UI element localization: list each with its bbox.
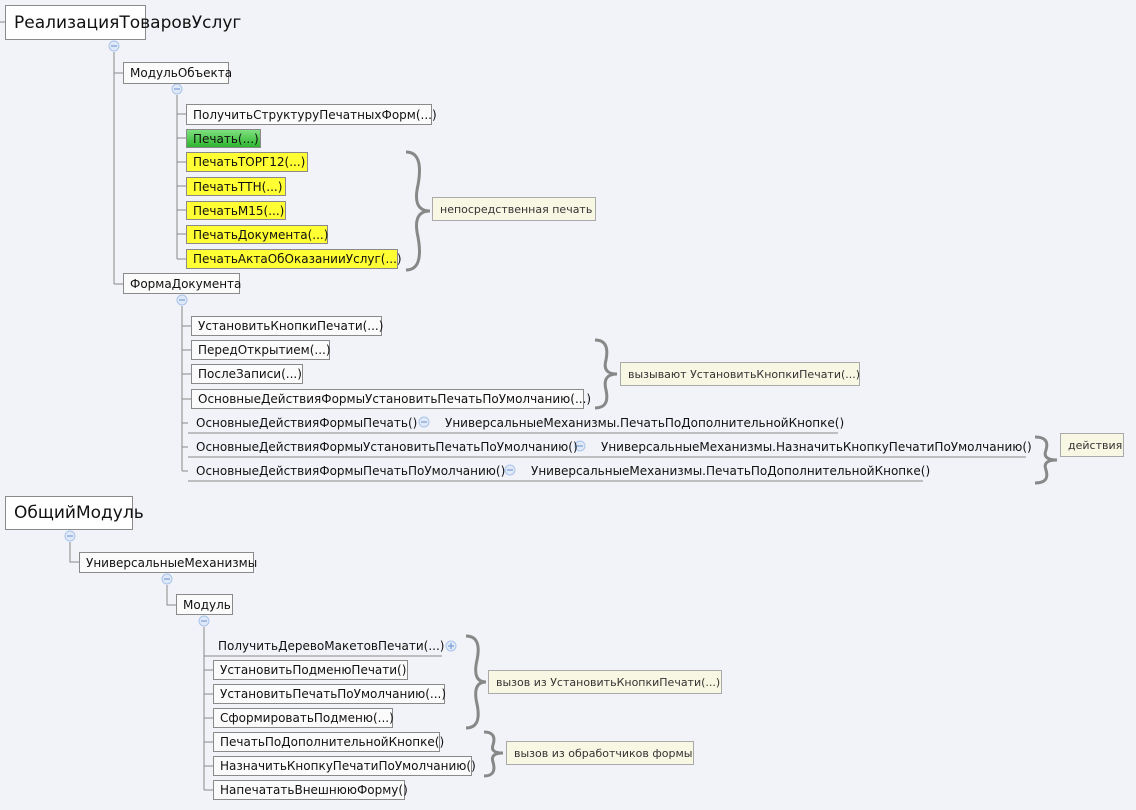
- note-calls: вызывают УстановитьКнопкиПечати(...): [620, 362, 860, 386]
- action-handler[interactable]: ОсновныеДействияФормыПечатьПоУмолчанию(): [196, 461, 505, 481]
- root-node-realization[interactable]: РеализацияТоваровУслуг: [5, 5, 241, 40]
- node-method[interactable]: ПередОткрытием(...): [191, 340, 331, 360]
- node-method[interactable]: ПечатьМ15(...): [186, 201, 286, 220]
- node-method[interactable]: ПечатьТТН(...): [186, 177, 286, 196]
- action-handler[interactable]: ОсновныеДействияФормыПечать(): [196, 413, 417, 433]
- node-method[interactable]: ПечатьПоДополнительнойКнопке(): [213, 732, 444, 752]
- note-direct-print: непосредственная печать: [432, 197, 596, 221]
- action-target[interactable]: УниверсальныеМеханизмы.ПечатьПоДополните…: [445, 413, 844, 433]
- node-method[interactable]: ПослеЗаписи(...): [191, 364, 303, 384]
- node-form[interactable]: ФормаДокумента: [123, 273, 241, 294]
- node-method[interactable]: ПолучитьДеревоМакетовПечати(...): [218, 636, 444, 656]
- node-method[interactable]: НапечататьВнешнююФорму(): [213, 780, 408, 800]
- node-method-print[interactable]: Печать(...): [186, 129, 261, 148]
- node-method[interactable]: УстановитьКнопкиПечати(...): [191, 316, 383, 336]
- node-method[interactable]: УстановитьПечатьПоУмолчанию(...): [213, 684, 446, 704]
- node-module-object[interactable]: МодульОбъекта: [123, 62, 232, 84]
- node-module[interactable]: Модуль: [176, 594, 233, 615]
- node-method[interactable]: СформироватьПодменю(...): [213, 708, 394, 728]
- action-target[interactable]: УниверсальныеМеханизмы.ПечатьПоДополните…: [531, 461, 930, 481]
- node-method[interactable]: УстановитьПодменюПечати(): [213, 660, 408, 680]
- root-node-common-module[interactable]: ОбщийМодуль: [5, 496, 144, 530]
- note-actions: действия: [1060, 433, 1124, 457]
- node-universal-mechanisms[interactable]: УниверсальныеМеханизмы: [79, 552, 257, 573]
- brace-icon: [405, 150, 431, 272]
- action-handler[interactable]: ОсновныеДействияФормыУстановитьПечатьПоУ…: [196, 437, 578, 457]
- action-target[interactable]: УниверсальныеМеханизмы.НазначитьКнопкуПе…: [601, 437, 1032, 457]
- brace-icon: [483, 730, 504, 778]
- note-from-set: вызов из УстановитьКнопкиПечати(...): [488, 670, 722, 694]
- brace-icon: [1034, 435, 1058, 485]
- node-method[interactable]: ПечатьДокумента(...): [186, 225, 328, 244]
- node-method[interactable]: ОсновныеДействияФормыУстановитьПечатьПоУ…: [191, 389, 591, 409]
- brace-icon: [594, 338, 618, 410]
- node-method[interactable]: НазначитьКнопкуПечатиПоУмолчанию(): [213, 756, 476, 776]
- node-method[interactable]: ПечатьАктаОбОказанииУслуг(...): [186, 249, 402, 269]
- brace-icon: [465, 634, 487, 730]
- node-method[interactable]: ПечатьТОРГ12(...): [186, 152, 308, 172]
- node-method[interactable]: ПолучитьСтруктуруПечатныхФорм(...): [186, 104, 437, 125]
- note-from-handlers: вызов из обработчиков формы: [506, 741, 694, 765]
